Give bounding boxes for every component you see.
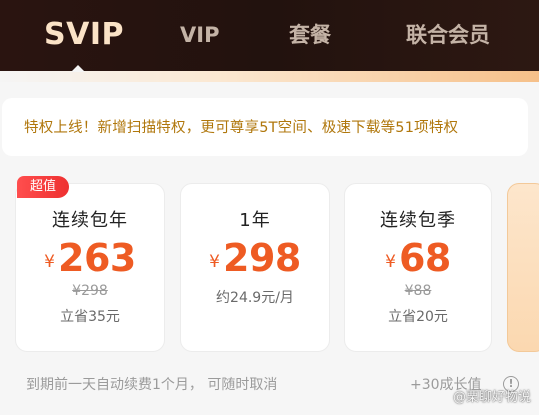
original-price: ¥298 [72, 283, 108, 299]
plan-price: ¥68 [345, 236, 491, 280]
plan-card-partial[interactable] [507, 183, 539, 352]
privilege-banner[interactable]: 特权上线！新增扫描特权，更可尊享5T空间、极速下载等51项特权 [2, 98, 528, 156]
value-badge: 超值 [17, 176, 69, 198]
membership-tab-bar: SVIP VIP 套餐 联合会员 [0, 0, 539, 82]
plan-card-quarterly-auto[interactable]: 连续包季 ¥68 ¥88 立省20元 [344, 183, 492, 352]
plan-card-annual-auto[interactable]: 连续包年 ¥263 ¥298 立省35元 [15, 183, 165, 352]
price-value: 298 [223, 236, 301, 280]
tab-joint-membership[interactable]: 联合会员 [406, 15, 490, 55]
price-value: 68 [398, 236, 451, 280]
price-value: 263 [58, 236, 136, 280]
watermark: @栗聊好物说 [452, 390, 531, 405]
monthly-price-note: 约24.9元/月 [216, 290, 294, 306]
tab-vip[interactable]: VIP [180, 15, 219, 55]
plan-title: 连续包季 [380, 210, 456, 231]
privilege-banner-text: 特权上线！新增扫描特权，更可尊享5T空间、极速下载等51项特权 [24, 120, 459, 136]
plan-title: 连续包年 [52, 210, 128, 231]
original-price: ¥88 [404, 283, 432, 299]
plan-title: 1年 [239, 210, 271, 231]
currency-symbol: ¥ [385, 252, 396, 272]
plan-price: ¥298 [181, 236, 329, 280]
plan-card-one-year[interactable]: 1年 ¥298 约24.9元/月 [180, 183, 330, 352]
savings-note: 立省20元 [388, 309, 448, 325]
currency-symbol: ¥ [209, 252, 220, 272]
auto-renewal-notice: 到期前一天自动续费1个月， 可随时取消 [26, 377, 278, 393]
currency-symbol: ¥ [44, 252, 55, 272]
plan-price: ¥263 [16, 236, 164, 280]
active-tab-pointer-icon [71, 65, 85, 72]
tab-svip[interactable]: SVIP [44, 15, 124, 55]
savings-note: 立省35元 [60, 309, 120, 325]
tab-underline-strip [0, 71, 539, 82]
tab-package[interactable]: 套餐 [289, 15, 331, 55]
